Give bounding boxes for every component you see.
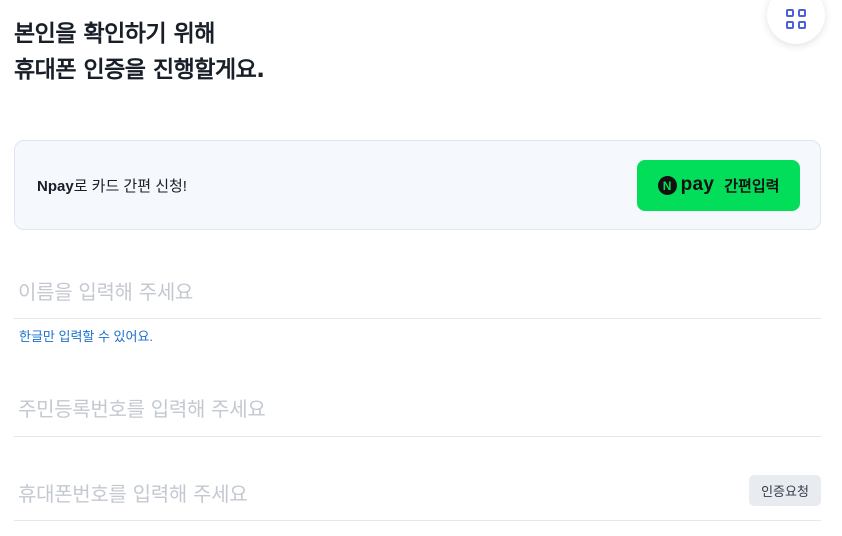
- npay-promo-text: Npay로 카드 간편 신청!: [37, 175, 187, 196]
- name-placeholder: 이름을 입력해 주세요: [18, 280, 194, 304]
- npay-button-label: 간편입력: [724, 178, 780, 195]
- npay-promo-message: 로 카드 간편 신청!: [73, 178, 187, 195]
- npay-brand: Npay: [37, 178, 74, 195]
- npay-quick-input-button[interactable]: N pay 간편입력: [637, 160, 800, 211]
- page-title: 본인을 확인하기 위해 휴대폰 인증을 진행할게요.: [14, 16, 265, 88]
- rrn-field[interactable]: 주민등록번호를 입력해 주세요: [14, 378, 821, 437]
- title-line-1: 본인을 확인하기 위해: [14, 21, 215, 47]
- rrn-placeholder: 주민등록번호를 입력해 주세요: [18, 397, 266, 421]
- grid-icon: [786, 9, 806, 29]
- npay-logo-icon: N: [657, 176, 677, 195]
- npay-card: Npay로 카드 간편 신청! N pay 간편입력: [14, 140, 821, 230]
- phone-field[interactable]: 휴대폰번호를 입력해 주세요 인증요청: [14, 464, 821, 521]
- phone-placeholder: 휴대폰번호를 입력해 주세요: [18, 482, 248, 506]
- name-field[interactable]: 이름을 입력해 주세요: [14, 262, 821, 319]
- verify-request-button[interactable]: 인증요청: [749, 475, 821, 506]
- npay-logo-word: pay: [680, 173, 715, 195]
- menu-button[interactable]: [767, 0, 825, 44]
- title-line-2: 휴대폰 인증을 진행할게요.: [14, 57, 265, 83]
- name-helper-text: 한글만 입력할 수 있어요.: [19, 329, 154, 344]
